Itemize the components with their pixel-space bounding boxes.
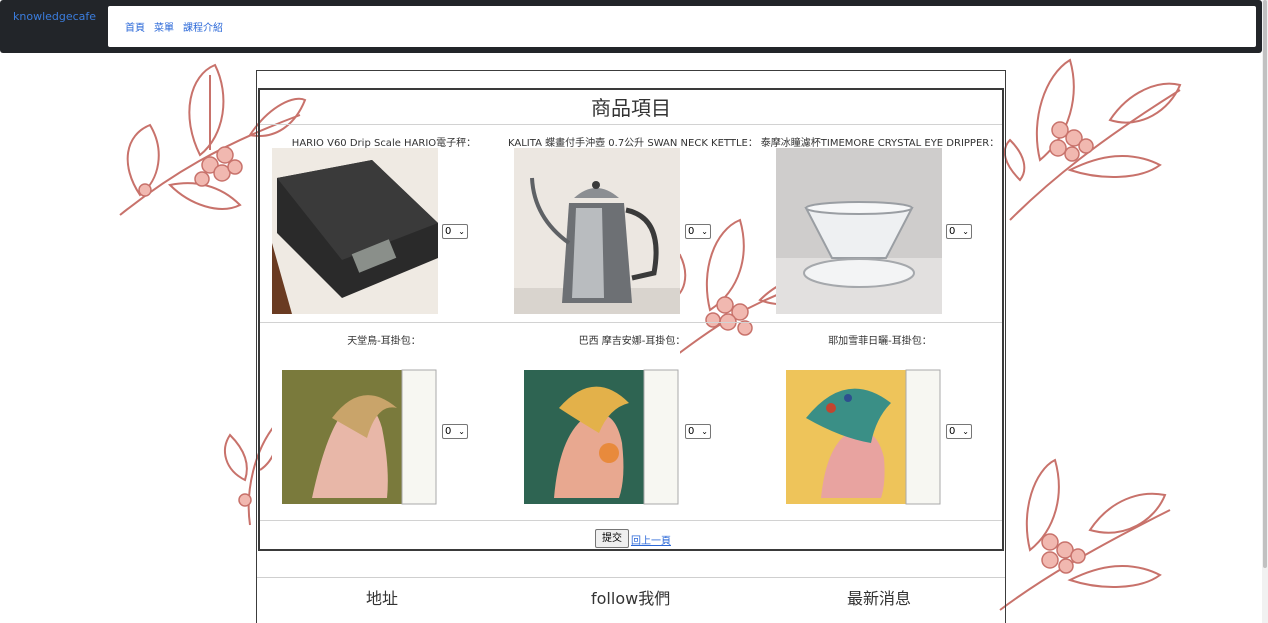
product-label: 泰摩冰瞳濾杯TIMEMORE CRYSTAL EYE DRIPPER： [760, 138, 1000, 149]
product-image-scale [272, 148, 438, 314]
products-table: 商品項目 HARIO V60 Drip Scale HARIO電子秤： 0 ⌄ K… [258, 88, 1004, 551]
footer-divider [257, 577, 1005, 578]
product-image-drip-bag-brazil [514, 348, 680, 514]
product-image-kettle [514, 148, 680, 314]
divider [260, 322, 1002, 323]
product-image-dripper [776, 148, 942, 314]
nav-links: 首頁 菜單 課程介紹 [125, 19, 223, 34]
submit-button[interactable]: 提交 [595, 529, 629, 548]
nav-link-home[interactable]: 首頁 [125, 19, 145, 34]
quantity-select[interactable]: 0 ⌄ [442, 424, 468, 439]
back-link[interactable]: 回上一頁 [631, 532, 671, 547]
footer-news: 最新消息 [847, 589, 912, 608]
product-image-drip-bag-yirgacheffe [776, 348, 942, 514]
nav-panel: 首頁 菜單 課程介紹 [108, 6, 1256, 47]
product-label: 天堂鳥-耳掛包： [347, 336, 421, 347]
product-label: 耶加雪菲日曬-耳掛包： [828, 336, 932, 347]
nav-link-menu[interactable]: 菜單 [154, 19, 174, 34]
quantity-select[interactable]: 0 ⌄ [685, 424, 711, 439]
product-label: HARIO V60 Drip Scale HARIO電子秤： [291, 138, 477, 149]
chevron-down-icon: ⌄ [458, 227, 465, 236]
chevron-down-icon: ⌄ [962, 427, 969, 436]
product-image-drip-bag-bird-of-paradise [272, 348, 438, 514]
chevron-down-icon: ⌄ [701, 227, 708, 236]
quantity-select[interactable]: 0 ⌄ [946, 424, 972, 439]
footer-address: 地址 [366, 589, 399, 608]
coffee-branch-decoration [999, 458, 1171, 611]
top-navbar: knowledgecafe 首頁 菜單 課程介紹 [0, 0, 1262, 53]
divider [260, 520, 1002, 521]
chevron-down-icon: ⌄ [962, 227, 969, 236]
quantity-select[interactable]: 0 ⌄ [946, 224, 972, 239]
product-label: 巴西 摩吉安娜-耳掛包： [578, 336, 686, 347]
divider [260, 124, 1002, 125]
chevron-down-icon: ⌄ [458, 427, 465, 436]
quantity-select[interactable]: 0 ⌄ [442, 224, 468, 239]
product-label: KALITA 蝶畫付手沖壺 0.7公升 SWAN NECK KETTLE： [508, 138, 758, 149]
quantity-select[interactable]: 0 ⌄ [685, 224, 711, 239]
brand-logo[interactable]: knowledgecafe [13, 10, 96, 23]
footer-follow: follow我們 [591, 589, 671, 608]
products-title: 商品項目 [591, 96, 671, 120]
scrollbar-thumb[interactable] [1263, 0, 1267, 568]
nav-link-courses[interactable]: 課程介紹 [183, 19, 223, 34]
chevron-down-icon: ⌄ [701, 427, 708, 436]
coffee-branch-decoration [1003, 58, 1182, 221]
page-scrollbar[interactable] [1262, 0, 1268, 623]
